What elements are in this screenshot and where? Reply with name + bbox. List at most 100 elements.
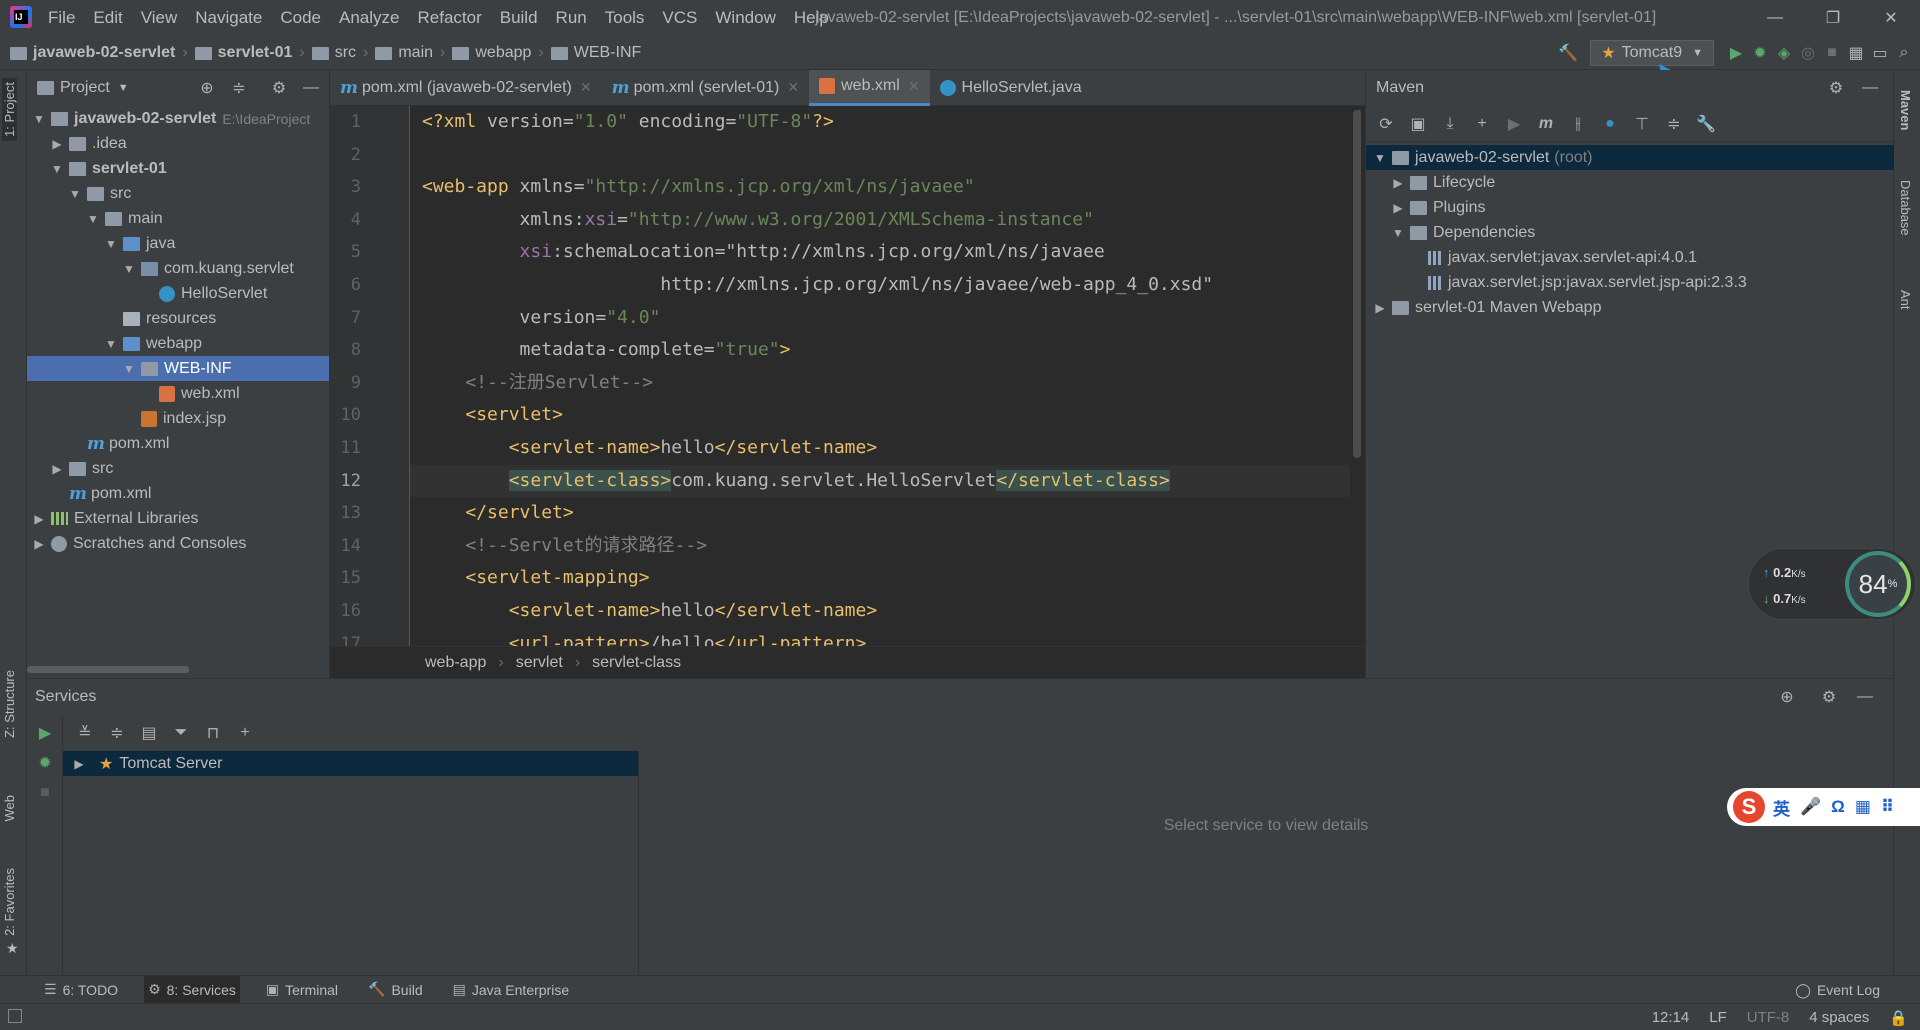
- collapse-all-icon[interactable]: ≑: [1662, 112, 1686, 136]
- breadcrumb-item[interactable]: servlet-01: [194, 44, 292, 62]
- code-line[interactable]: version="4.0": [410, 302, 1350, 335]
- wrench-icon[interactable]: 🔧: [1694, 112, 1718, 136]
- skip-tests-icon[interactable]: ●: [1598, 112, 1622, 136]
- chevron-down-icon[interactable]: ▼: [121, 362, 137, 376]
- tree-item[interactable]: ▼ WEB-INF: [27, 356, 329, 381]
- menu-item-analyze[interactable]: Analyze: [339, 8, 399, 28]
- code-area[interactable]: <?xml version="1.0" encoding="UTF-8"?> <w…: [410, 106, 1350, 646]
- chevron-right-icon[interactable]: ▶: [31, 537, 47, 551]
- debug-icon[interactable]: ✹: [33, 751, 57, 775]
- code-line[interactable]: <servlet-class>com.kuang.servlet.HelloSe…: [410, 464, 1350, 498]
- code-line[interactable]: </servlet>: [410, 497, 1350, 530]
- editor-tab[interactable]: m pom.xml (servlet-01) ✕: [602, 70, 810, 106]
- close-icon[interactable]: ✕: [1862, 0, 1920, 36]
- menu-item-run[interactable]: Run: [556, 8, 587, 28]
- chevron-right-icon[interactable]: ▶: [71, 757, 87, 771]
- code-line[interactable]: <servlet>: [410, 399, 1350, 432]
- editor-scrollbar[interactable]: [1353, 110, 1361, 458]
- maven-tree-item[interactable]: ▶ Lifecycle: [1366, 170, 1894, 195]
- menu-item-vcs[interactable]: VCS: [662, 8, 697, 28]
- breadcrumb-item[interactable]: javaweb-02-servlet: [10, 44, 175, 62]
- chevron-down-icon[interactable]: ▼: [31, 112, 47, 126]
- minimize-icon[interactable]: —: [1746, 0, 1804, 36]
- menu-item-refactor[interactable]: Refactor: [417, 8, 481, 28]
- xml-breadcrumb-item[interactable]: servlet: [516, 654, 563, 672]
- group-by-icon[interactable]: ▤: [137, 721, 161, 745]
- gear-icon[interactable]: ⚙: [267, 76, 291, 100]
- reload-icon[interactable]: ⟳: [1374, 112, 1398, 136]
- editor-tab[interactable]: web.xml ✕: [809, 69, 930, 106]
- menu-item-window[interactable]: Window: [715, 8, 775, 28]
- line-separator[interactable]: LF: [1709, 1009, 1727, 1026]
- tool-database[interactable]: Database: [1898, 180, 1913, 236]
- menu-item-file[interactable]: File: [48, 8, 75, 28]
- tool-favorites[interactable]: 2: Favorites: [2, 868, 17, 936]
- tree-item[interactable]: ▶ .idea: [27, 131, 329, 156]
- code-line[interactable]: [410, 139, 1350, 172]
- chevron-down-icon[interactable]: ▼: [67, 187, 83, 201]
- menu-item-tools[interactable]: Tools: [605, 8, 645, 28]
- tool-project[interactable]: 1: Project: [2, 78, 17, 141]
- toggle-offline-icon[interactable]: ⫲: [1566, 112, 1590, 136]
- new-tab-icon[interactable]: ⊓: [201, 721, 225, 745]
- collapse-all-icon[interactable]: ≑: [227, 76, 251, 100]
- maven-tree-item[interactable]: javax.servlet:javax.servlet-api:4.0.1: [1366, 245, 1894, 270]
- tree-item[interactable]: ▶ src: [27, 456, 329, 481]
- chevron-down-icon[interactable]: ▼: [103, 237, 119, 251]
- debug-icon[interactable]: ✹: [1748, 41, 1772, 65]
- sogou-logo-icon[interactable]: S: [1733, 791, 1765, 823]
- tool-maven[interactable]: Maven: [1898, 90, 1913, 130]
- gear-icon[interactable]: ⚙: [1817, 685, 1841, 709]
- chevron-down-icon[interactable]: ▼: [85, 212, 101, 226]
- file-encoding[interactable]: UTF-8: [1747, 1009, 1790, 1026]
- close-tab-icon[interactable]: ✕: [787, 79, 799, 96]
- run-icon[interactable]: ▶: [1502, 112, 1526, 136]
- code-line[interactable]: <servlet-mapping>: [410, 562, 1350, 595]
- tree-item[interactable]: resources: [27, 306, 329, 331]
- tree-item[interactable]: index.jsp: [27, 406, 329, 431]
- code-line[interactable]: metadata-complete="true">: [410, 334, 1350, 367]
- add-service-icon[interactable]: +: [233, 721, 257, 745]
- filter-icon[interactable]: ⏷: [169, 721, 193, 745]
- chevron-down-icon[interactable]: ▼: [49, 162, 65, 176]
- code-line[interactable]: <servlet-name>hello</servlet-name>: [410, 595, 1350, 628]
- microphone-icon[interactable]: 🎤: [1800, 797, 1821, 817]
- editor-tab[interactable]: HelloServlet.java: [930, 70, 1092, 106]
- tree-item[interactable]: HelloServlet: [27, 281, 329, 306]
- code-editor[interactable]: 1 2 3 4 5 6 7 8 9 10 11 12 13 14 15 16 17 <?xml version=…: [330, 106, 1365, 646]
- tree-item[interactable]: ▶ External Libraries: [27, 506, 329, 531]
- menu-item-navigate[interactable]: Navigate: [195, 8, 262, 28]
- breadcrumb-item[interactable]: src: [311, 44, 356, 62]
- chevron-down-icon[interactable]: ▼: [121, 262, 137, 276]
- maven-goal-icon[interactable]: m: [1534, 112, 1558, 136]
- event-log-button[interactable]: ◯ Event Log: [1795, 976, 1880, 1004]
- menu-item-edit[interactable]: Edit: [93, 8, 122, 28]
- hide-icon[interactable]: —: [1858, 76, 1882, 100]
- run-icon[interactable]: ▶: [33, 721, 57, 745]
- breadcrumb-item[interactable]: WEB-INF: [550, 44, 641, 62]
- code-line[interactable]: <!--注册Servlet-->: [410, 367, 1350, 400]
- close-tab-icon[interactable]: ✕: [580, 79, 592, 96]
- tree-item[interactable]: ▶ Scratches and Consoles: [27, 531, 329, 556]
- coverage-icon[interactable]: ◈: [1772, 41, 1796, 65]
- chevron-down-icon[interactable]: ▼: [103, 337, 119, 351]
- profile-icon[interactable]: ◎: [1796, 41, 1820, 65]
- tool-window-button[interactable]: ⚙ 8: Services: [144, 975, 240, 1004]
- menu-item-code[interactable]: Code: [280, 8, 321, 28]
- chevron-down-icon[interactable]: ▼: [1390, 226, 1406, 240]
- tree-item[interactable]: m pom.xml: [27, 431, 329, 456]
- menu-item-view[interactable]: View: [141, 8, 178, 28]
- chevron-down-icon[interactable]: ▼: [118, 82, 129, 94]
- breadcrumb-item[interactable]: main: [375, 44, 433, 62]
- close-tab-icon[interactable]: ✕: [908, 78, 920, 95]
- status-toggle-icon[interactable]: [8, 1009, 22, 1023]
- symbol-icon[interactable]: Ω: [1831, 797, 1845, 817]
- search-everywhere-icon[interactable]: ⌕: [1892, 41, 1916, 65]
- tool-structure[interactable]: Z: Structure: [2, 670, 17, 738]
- tool-window-button[interactable]: ▤ Java Enterprise: [449, 976, 574, 1004]
- menu-item-build[interactable]: Build: [500, 8, 538, 28]
- code-line[interactable]: xsi:schemaLocation="http://xmlns.jcp.org…: [410, 236, 1350, 269]
- tool-ant[interactable]: Ant: [1898, 290, 1913, 310]
- gear-icon[interactable]: ⚙: [1824, 76, 1848, 100]
- code-line[interactable]: <web-app xmlns="http://xmlns.jcp.org/xml…: [410, 171, 1350, 204]
